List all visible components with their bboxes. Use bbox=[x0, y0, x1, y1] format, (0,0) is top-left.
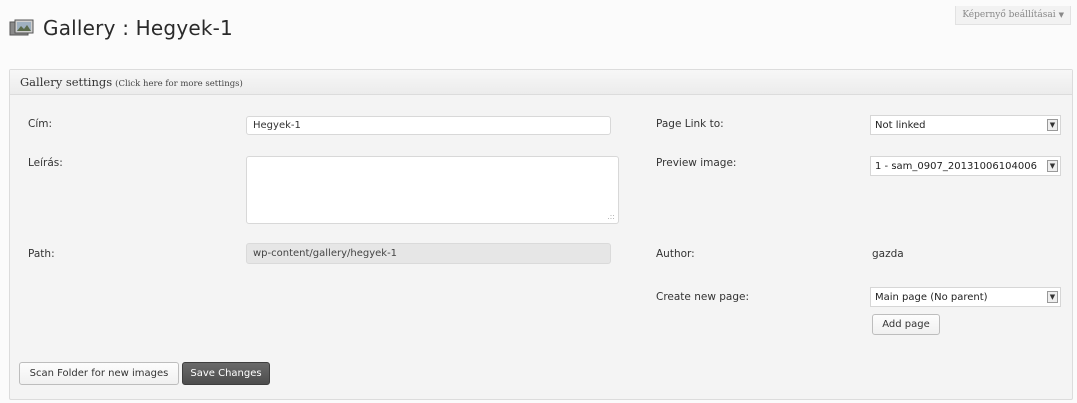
chevron-down-icon: ▼ bbox=[1047, 160, 1058, 172]
panel-title-text: Gallery settings bbox=[20, 75, 113, 89]
preview-image-label: Preview image: bbox=[656, 157, 737, 169]
description-textarea[interactable]: .:: bbox=[246, 156, 619, 224]
author-value: gazda bbox=[872, 248, 904, 260]
path-label: Path: bbox=[28, 248, 55, 260]
screen-options-toggle[interactable]: Képernyő beállításai ▼ bbox=[955, 6, 1071, 25]
create-page-label: Create new page: bbox=[656, 291, 750, 303]
page-title: Gallery : Hegyek-1 bbox=[43, 16, 233, 40]
page-link-select[interactable]: Not linked ▼ bbox=[870, 115, 1061, 135]
create-page-select[interactable]: Main page (No parent) ▼ bbox=[870, 287, 1061, 307]
preview-image-value: 1 - sam_0907_20131006104006 bbox=[875, 161, 1037, 172]
page-link-value: Not linked bbox=[875, 120, 926, 131]
path-field[interactable]: wp-content/gallery/hegyek-1 bbox=[246, 243, 611, 264]
title-input[interactable]: Hegyek-1 bbox=[246, 116, 611, 135]
panel-title[interactable]: Gallery settings (Click here for more set… bbox=[20, 75, 243, 89]
description-label: Leírás: bbox=[28, 157, 63, 169]
gallery-settings-panel: Gallery settings (Click here for more set… bbox=[9, 69, 1073, 400]
create-page-value: Main page (No parent) bbox=[875, 292, 988, 303]
author-label: Author: bbox=[656, 248, 695, 260]
panel-hint: (Click here for more settings) bbox=[115, 79, 243, 89]
add-page-button[interactable]: Add page bbox=[872, 314, 940, 335]
gallery-icon bbox=[9, 19, 35, 37]
preview-image-select[interactable]: 1 - sam_0907_20131006104006 ▼ bbox=[870, 156, 1061, 176]
chevron-down-icon: ▼ bbox=[1047, 291, 1058, 303]
title-label: Cím: bbox=[28, 118, 53, 130]
scan-folder-button[interactable]: Scan Folder for new images bbox=[19, 362, 179, 385]
resize-handle-icon[interactable]: .:: bbox=[607, 212, 615, 221]
chevron-down-icon: ▼ bbox=[1047, 119, 1058, 131]
screen-options-label: Képernyő beállításai bbox=[962, 10, 1056, 20]
chevron-down-icon: ▼ bbox=[1058, 11, 1064, 19]
page-link-label: Page Link to: bbox=[656, 118, 724, 130]
save-changes-button[interactable]: Save Changes bbox=[182, 362, 270, 385]
panel-header[interactable]: Gallery settings (Click here for more set… bbox=[10, 70, 1072, 95]
